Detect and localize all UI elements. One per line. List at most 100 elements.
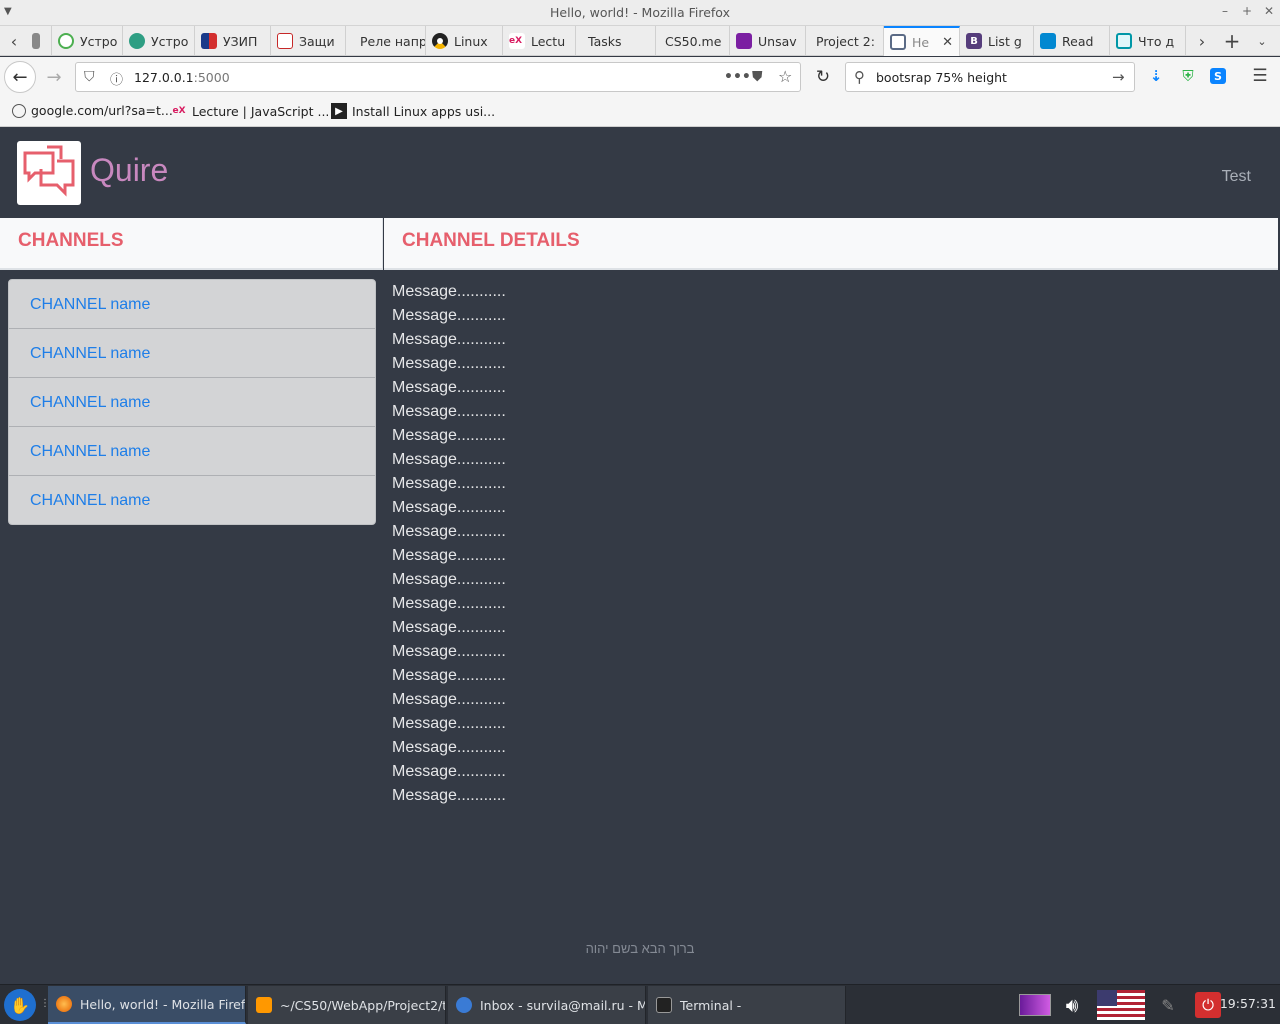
search-input[interactable]: bootsrap 75% height [876, 70, 1007, 85]
tab-favicon-icon [201, 33, 217, 49]
close-window-icon[interactable]: ✕ [1262, 4, 1276, 18]
user-name[interactable]: Test [1222, 168, 1251, 186]
power-icon[interactable]: ⏻ [1194, 990, 1222, 1020]
tab[interactable]: Устро [52, 26, 123, 56]
message-item: Message........... [392, 691, 506, 708]
tab[interactable]: Project 2: [806, 26, 884, 56]
window-title: Hello, world! - Mozilla Firefox [550, 5, 730, 20]
message-item: Message........... [392, 499, 506, 516]
start-menu-icon[interactable]: ✋ [4, 989, 36, 1021]
new-tab-icon[interactable]: + [1220, 26, 1244, 56]
tab[interactable]: Что д [1110, 26, 1186, 56]
page-footer: ברוך הבא בשם יהוה [585, 941, 695, 956]
downloads-icon[interactable]: ⇣ [1146, 66, 1166, 86]
network-icon[interactable]: ✎ [1156, 990, 1180, 1020]
channels-header: CHANNELS [0, 218, 383, 270]
channel-item[interactable]: CHANNEL name [9, 280, 375, 329]
bookmark-item[interactable]: eX Lecture | JavaScript ... [171, 103, 329, 119]
tab[interactable]: Tasks [576, 26, 656, 56]
tab[interactable]: B List g [960, 26, 1034, 56]
volume-icon[interactable]: 🔊︎ [1056, 990, 1088, 1020]
tab[interactable]: Устро [123, 26, 195, 56]
site-info-icon[interactable]: ⓘ [110, 69, 123, 88]
us-flag-icon[interactable] [1096, 990, 1146, 1020]
quire-logo-icon[interactable] [17, 141, 81, 205]
taskbar-item-thunderbird[interactable]: Inbox - survila@mail.ru - Mo... [448, 986, 646, 1024]
bookmark-item[interactable]: google.com/url?sa=t... [12, 103, 173, 118]
tab-favicon-icon [1040, 33, 1056, 49]
thunderbird-icon [456, 997, 472, 1013]
message-item: Message........... [392, 427, 506, 444]
channel-item[interactable]: CHANNEL name [9, 329, 375, 378]
tab[interactable]: Защи [271, 26, 346, 56]
search-icon: ⚲ [854, 68, 865, 86]
taskbar-item-editor[interactable]: ~/CS50/WebApp/Project2/te... [248, 986, 446, 1024]
minimize-icon[interactable]: – [1218, 4, 1232, 18]
channel-item[interactable]: CHANNEL name [9, 476, 375, 524]
message-item: Message........... [392, 667, 506, 684]
url-bar[interactable]: ⛉ ⓘ 127.0.0.1:5000 ••• ⛊ ☆ [75, 62, 801, 92]
tab-favicon-icon [736, 33, 752, 49]
bookmark-item[interactable]: ▶ Install Linux apps usi... [331, 103, 495, 119]
message-item: Message........... [392, 547, 506, 564]
tab-favicon-icon: eX [509, 33, 525, 49]
screen-icon[interactable] [1018, 990, 1052, 1020]
pocket-icon[interactable]: ⛊ [752, 69, 763, 85]
channel-details-heading: CHANNEL DETAILS [402, 230, 580, 251]
page-actions-icon[interactable]: ••• [724, 69, 751, 85]
message-item: Message........... [392, 619, 506, 636]
tab[interactable]: eX Lectu [503, 26, 576, 56]
message-item: Message........... [392, 643, 506, 660]
message-item: Message........... [392, 739, 506, 756]
tab[interactable]: Реле напр [346, 26, 426, 56]
tab[interactable]: Unsav [730, 26, 806, 56]
forward-button[interactable]: → [38, 61, 70, 93]
arrow-left-icon: ← [12, 66, 28, 88]
close-tab-icon[interactable]: ✕ [936, 35, 953, 50]
back-button[interactable]: ← [4, 61, 36, 93]
hamburger-menu-icon[interactable]: ☰ [1250, 66, 1270, 86]
message-item: Message........... [392, 571, 506, 588]
navigation-toolbar: ← → ⛉ ⓘ 127.0.0.1:5000 ••• ⛊ ☆ ↻ ⚲ boots… [0, 57, 1280, 97]
taskbar-item-firefox[interactable]: Hello, world! - Mozilla Firefox [48, 986, 246, 1024]
message-item: Message........... [392, 523, 506, 540]
adblock-shield-icon[interactable]: ⛨ [1178, 66, 1198, 86]
tab[interactable]: CS50.me [656, 26, 730, 56]
tab-active[interactable]: He ✕ [884, 26, 960, 56]
reload-button[interactable]: ↻ [807, 61, 839, 93]
channels-heading: CHANNELS [18, 230, 124, 251]
channel-item[interactable]: CHANNEL name [9, 378, 375, 427]
channel-list: CHANNEL name CHANNEL name CHANNEL name C… [8, 279, 376, 525]
os-taskbar: ✋ ⋮ Hello, world! - Mozilla Firefox ~/CS… [0, 984, 1280, 1024]
clock[interactable]: 19:57:31 [1220, 996, 1276, 1011]
search-go-icon[interactable]: → [1112, 68, 1125, 86]
channel-details-header: CHANNEL DETAILS [384, 218, 1278, 270]
tab[interactable]: Linux [426, 26, 503, 56]
tab[interactable]: Read [1034, 26, 1110, 56]
tab-pinned-edge[interactable] [28, 26, 52, 56]
bookmark-star-icon[interactable]: ☆ [778, 67, 792, 86]
tab-bar: ‹ Устро Устро УЗИП Защи Реле напр Linux … [0, 26, 1280, 56]
channel-item[interactable]: CHANNEL name [9, 427, 375, 476]
arrow-right-icon: → [46, 66, 62, 88]
extension-s-icon[interactable]: S [1210, 68, 1226, 84]
brand-name[interactable]: Quire [90, 152, 168, 189]
message-item: Message........... [392, 403, 506, 420]
app-header: Quire Test [0, 128, 1280, 218]
tracking-shield-icon[interactable]: ⛉ [84, 69, 95, 85]
tab-favicon-icon [129, 33, 145, 49]
message-item: Message........... [392, 787, 506, 804]
tab[interactable]: УЗИП [195, 26, 271, 56]
message-item: Message........... [392, 307, 506, 324]
window-titlebar: ▼ Hello, world! - Mozilla Firefox – + ✕ [0, 0, 1280, 26]
url-text[interactable]: 127.0.0.1:5000 [134, 70, 230, 85]
tab-list-icon[interactable]: ⌄ [1250, 26, 1274, 56]
maximize-icon[interactable]: + [1240, 4, 1254, 18]
tab-scroll-right-icon[interactable]: › [1190, 26, 1214, 56]
taskbar-item-terminal[interactable]: Terminal - [648, 986, 846, 1024]
tab-scroll-left-icon[interactable]: ‹ [2, 26, 26, 56]
sublime-icon [256, 997, 272, 1013]
chat-bubbles-icon [890, 34, 906, 50]
bookmarks-toolbar: google.com/url?sa=t... eX Lecture | JavaS… [0, 97, 1280, 127]
search-bar[interactable]: ⚲ bootsrap 75% height → [845, 62, 1135, 92]
